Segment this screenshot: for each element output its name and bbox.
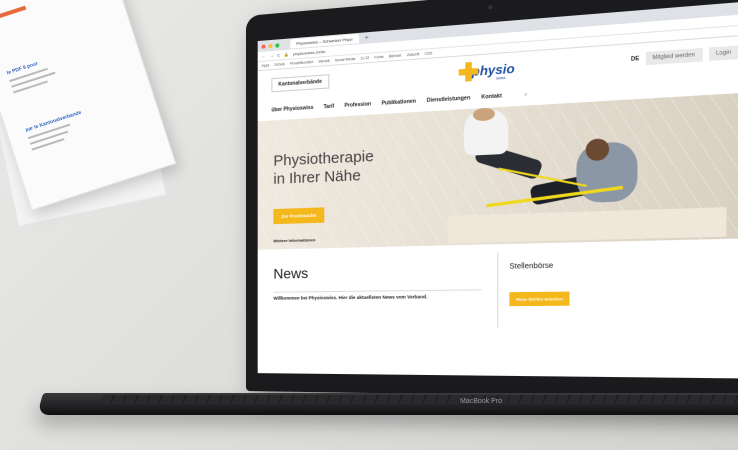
jobs-button[interactable]: Neue Stellen ansehen bbox=[509, 291, 570, 307]
nav-item-services[interactable]: Dienstleistungen bbox=[427, 95, 471, 104]
paper-accent-bar bbox=[0, 5, 27, 22]
nav-item-tarif[interactable]: Tarif bbox=[324, 104, 335, 111]
bookmark-item[interactable]: CSS bbox=[425, 51, 433, 56]
bookmark-item[interactable]: 11:22 bbox=[360, 56, 369, 61]
bookmark-item[interactable]: Social Media bbox=[335, 57, 356, 63]
more-info-link[interactable]: Weitere Informationen bbox=[273, 237, 315, 243]
hero-title: Physiotherapie in Ihrer Nähe bbox=[273, 148, 373, 189]
bookmark-item[interactable]: Privat/Beruflich bbox=[290, 60, 314, 66]
back-icon[interactable]: ← bbox=[262, 53, 266, 58]
laptop-brand-label: MacBook Pro bbox=[460, 398, 503, 405]
bookmark-item[interactable]: Zukunft bbox=[407, 52, 419, 57]
swiss-cross-icon bbox=[459, 62, 479, 82]
forward-icon[interactable]: → bbox=[269, 53, 273, 58]
search-icon[interactable]: ⌕ bbox=[524, 92, 527, 99]
reload-icon[interactable]: C bbox=[277, 52, 280, 57]
bookmark-item[interactable]: Fonts bbox=[374, 55, 383, 60]
kantonal-dropdown[interactable]: Kantonalverbände bbox=[271, 74, 330, 93]
hero-title-line: in Ihrer Nähe bbox=[273, 166, 361, 188]
member-button[interactable]: Mitglied werden bbox=[645, 47, 703, 66]
laptop-screen: Physioswiss – Schweizer Physi + ← → C 🔒 … bbox=[257, 0, 738, 379]
logo-subtext: swiss bbox=[496, 75, 506, 81]
practice-search-button[interactable]: Zur Praxissuche bbox=[273, 207, 325, 225]
laptop-lid: Physioswiss – Schweizer Physi + ← → C 🔒 … bbox=[246, 0, 738, 400]
bookmark-item[interactable]: Apps bbox=[262, 63, 270, 68]
login-button[interactable]: Login bbox=[708, 45, 738, 62]
lock-icon: 🔒 bbox=[284, 51, 290, 58]
header-actions: DE Mitglied werden Login 🛒 bbox=[631, 44, 738, 66]
language-selector[interactable]: DE bbox=[631, 56, 639, 63]
laptop-base bbox=[36, 393, 738, 415]
nav-item-about[interactable]: über Physioswiss bbox=[271, 105, 313, 114]
keyboard bbox=[100, 395, 738, 404]
maximize-window-icon[interactable] bbox=[275, 42, 280, 48]
close-window-icon[interactable] bbox=[261, 43, 266, 49]
bookmark-item[interactable]: Steradl bbox=[318, 59, 329, 64]
minimize-window-icon[interactable] bbox=[268, 43, 273, 48]
nav-item-contact[interactable]: Kontakt bbox=[481, 93, 502, 101]
nav-item-profession[interactable]: Profession bbox=[344, 101, 371, 109]
bookmark-item[interactable]: Schule bbox=[274, 62, 285, 67]
jobs-title: Stellenbörse bbox=[509, 262, 554, 271]
url-text[interactable]: physioswiss.ch/de bbox=[293, 49, 325, 57]
jobs-sidebar: Stellenbörse Neue Stellen ansehen bbox=[497, 250, 613, 328]
nav-item-publications[interactable]: Publikationen bbox=[381, 98, 416, 106]
site-logo[interactable]: physio swiss bbox=[459, 59, 515, 82]
news-section: News Willkommen bei Physioswiss. Hier di… bbox=[258, 238, 738, 366]
bookmark-item[interactable]: Blender bbox=[389, 53, 402, 58]
new-tab-icon[interactable]: + bbox=[365, 35, 369, 41]
camera-icon bbox=[488, 4, 493, 10]
